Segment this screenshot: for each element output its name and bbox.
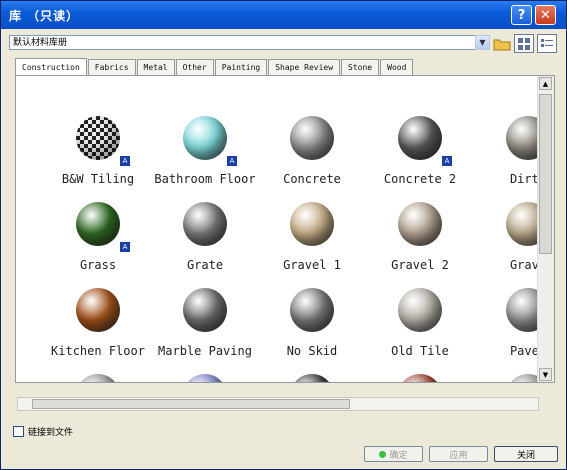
material-item[interactable]: Grate xyxy=(151,202,259,272)
material-item[interactable]: A B&W Tiling xyxy=(44,116,152,186)
material-item[interactable] xyxy=(151,374,259,382)
material-sphere-icon: A xyxy=(76,202,130,252)
tab-wood[interactable]: Wood xyxy=(380,59,414,75)
material-label: Old Tile xyxy=(391,344,449,358)
material-item[interactable]: A Grass xyxy=(44,202,152,272)
ok-button[interactable]: 确定 xyxy=(364,446,423,462)
material-sphere-icon xyxy=(183,202,227,246)
material-item[interactable]: Old Tile xyxy=(366,288,474,358)
help-button[interactable]: ? xyxy=(511,5,532,25)
material-sphere-icon xyxy=(290,202,334,246)
ok-label: 确定 xyxy=(389,450,408,461)
horizontal-scroll-thumb[interactable] xyxy=(32,399,350,409)
close-label: 关闭 xyxy=(516,450,535,461)
close-dialog-button[interactable]: 关闭 xyxy=(494,446,558,462)
horizontal-scrollbar[interactable] xyxy=(17,397,539,411)
material-panel: A B&W Tiling A Bathroom Floor Concrete A Concr… xyxy=(15,75,555,383)
tab-metal[interactable]: Metal xyxy=(136,59,175,75)
material-label: Dirty xyxy=(509,172,539,186)
library-window: 库 （只读） ? ✕ 默认材料库册 ▼ Construction Fabrics… xyxy=(0,0,567,470)
apply-button[interactable]: 应用 xyxy=(429,446,488,462)
material-item[interactable] xyxy=(474,374,539,382)
link-file-checkbox[interactable] xyxy=(13,426,24,437)
material-grid: A B&W Tiling A Bathroom Floor Concrete A Concr… xyxy=(16,76,539,382)
material-sphere-icon xyxy=(506,202,539,246)
material-item[interactable]: Kitchen Floor xyxy=(44,288,152,358)
material-item[interactable] xyxy=(366,374,474,382)
material-item[interactable]: Grave xyxy=(474,202,539,272)
material-badge-icon: A xyxy=(442,156,452,166)
material-item[interactable]: A Concrete 2 xyxy=(366,116,474,186)
view-icons-button[interactable] xyxy=(514,34,534,53)
material-item[interactable]: Concrete xyxy=(258,116,366,186)
category-tabs: Construction Fabrics Metal Other Paintin… xyxy=(15,58,414,75)
material-label: Concrete 2 xyxy=(383,172,457,186)
folder-icon xyxy=(493,39,511,50)
link-file-label: 链接到文件 xyxy=(28,428,74,438)
material-sphere-icon: A xyxy=(398,116,452,166)
material-sphere-icon xyxy=(290,116,334,160)
material-label: Bathroom Floor xyxy=(154,172,256,186)
material-label: Grave xyxy=(509,258,539,272)
material-item[interactable]: Dirty xyxy=(474,116,539,186)
material-label: Grass xyxy=(79,258,117,272)
link-file-option[interactable]: 链接到文件 xyxy=(13,425,73,438)
view-list-button[interactable] xyxy=(537,34,557,53)
material-sphere-icon xyxy=(398,202,442,246)
material-item[interactable]: Gravel 1 xyxy=(258,202,366,272)
ok-icon xyxy=(379,450,387,458)
scroll-up-arrow[interactable]: ▲ xyxy=(539,77,552,90)
material-item[interactable]: No Skid xyxy=(258,288,366,358)
tab-shape-review[interactable]: Shape Review xyxy=(268,59,341,75)
material-sphere-icon xyxy=(506,374,539,382)
material-sphere-icon xyxy=(398,288,442,332)
window-title: 库 （只读） xyxy=(9,9,80,23)
material-label: Pavea xyxy=(509,344,539,358)
material-label: Gravel 1 xyxy=(283,258,341,272)
material-sphere-icon xyxy=(290,288,334,332)
material-badge-icon: A xyxy=(120,156,130,166)
material-sphere-icon xyxy=(290,374,334,382)
icon-view-icon xyxy=(518,37,530,50)
material-item[interactable] xyxy=(258,374,366,382)
material-label: Gravel 2 xyxy=(391,258,449,272)
material-item[interactable]: Gravel 2 xyxy=(366,202,474,272)
tab-construction[interactable]: Construction xyxy=(15,58,87,75)
material-item[interactable]: A Bathroom Floor xyxy=(151,116,259,186)
tab-painting[interactable]: Painting xyxy=(214,59,268,75)
vertical-scroll-thumb[interactable] xyxy=(539,94,552,254)
close-button[interactable]: ✕ xyxy=(535,5,556,25)
material-sphere-icon xyxy=(398,374,442,382)
material-sphere-icon xyxy=(76,288,120,332)
material-sphere-icon xyxy=(506,288,539,332)
tab-other[interactable]: Other xyxy=(175,59,214,75)
material-item[interactable]: Pavea xyxy=(474,288,539,358)
scroll-down-arrow[interactable]: ▼ xyxy=(539,368,552,381)
vertical-scrollbar[interactable]: ▲ ▼ xyxy=(537,76,554,382)
material-sphere-icon xyxy=(506,116,539,160)
material-badge-icon: A xyxy=(227,156,237,166)
material-sphere-icon xyxy=(76,374,120,382)
material-badge-icon: A xyxy=(120,242,130,252)
material-item[interactable]: Marble Paving xyxy=(151,288,259,358)
material-sphere-icon: A xyxy=(76,116,130,166)
material-label: Grate xyxy=(186,258,224,272)
tab-stone[interactable]: Stone xyxy=(341,59,380,75)
title-bar[interactable]: 库 （只读） ? ✕ xyxy=(1,1,566,29)
list-view-icon xyxy=(541,38,553,47)
tab-fabrics[interactable]: Fabrics xyxy=(87,59,136,75)
path-dropdown-button[interactable]: ▼ xyxy=(475,35,490,50)
material-label: Marble Paving xyxy=(158,344,252,358)
material-item[interactable] xyxy=(44,374,152,382)
material-label: Kitchen Floor xyxy=(51,344,145,358)
library-path-field[interactable]: 默认材料库册 xyxy=(9,35,489,50)
material-sphere-icon xyxy=(183,288,227,332)
open-folder-button[interactable] xyxy=(492,34,512,53)
material-label: B&W Tiling xyxy=(61,172,135,186)
apply-label: 应用 xyxy=(449,450,468,461)
material-sphere-icon: A xyxy=(183,116,237,166)
material-label: Concrete xyxy=(283,172,341,186)
material-sphere-icon xyxy=(183,374,227,382)
material-label: No Skid xyxy=(286,344,338,358)
